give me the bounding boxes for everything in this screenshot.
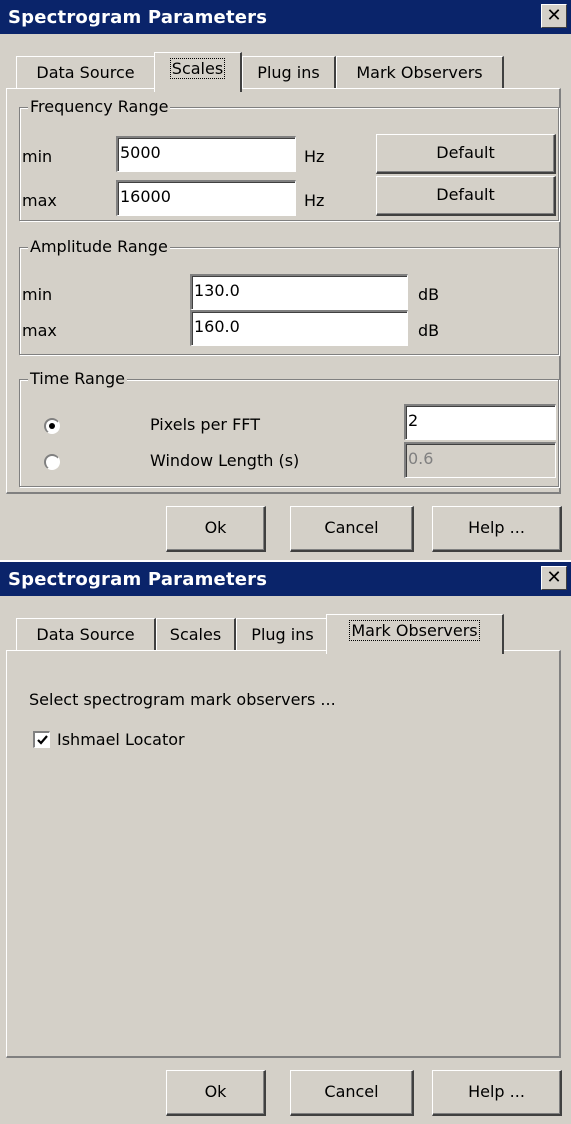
amplitude-min-label: min bbox=[22, 285, 53, 304]
tab-data-source[interactable]: Data Source bbox=[16, 56, 156, 90]
title-bar: Spectrogram Parameters ✕ bbox=[0, 0, 571, 34]
tab-mark-observers[interactable]: Mark Observers bbox=[326, 614, 504, 654]
cancel-button[interactable]: Cancel bbox=[290, 1070, 414, 1116]
amplitude-min-unit: dB bbox=[418, 285, 440, 304]
amplitude-min-field[interactable]: 130.0 bbox=[190, 274, 408, 310]
tab-label: Data Source bbox=[36, 63, 135, 82]
mark-observers-panel: Select spectrogram mark observers ... Is… bbox=[6, 650, 561, 1058]
checkmark-icon bbox=[37, 735, 48, 745]
tab-label: Mark Observers bbox=[356, 63, 483, 82]
frequency-max-field[interactable]: 16000 bbox=[116, 180, 296, 216]
dialog-title: Spectrogram Parameters bbox=[8, 569, 268, 590]
amplitude-max-label: max bbox=[22, 321, 57, 340]
tab-label: Scales bbox=[169, 625, 222, 644]
cancel-button[interactable]: Cancel bbox=[290, 506, 414, 552]
pixels-per-fft-field[interactable]: 2 bbox=[404, 404, 556, 440]
close-button[interactable]: ✕ bbox=[541, 4, 567, 28]
frequency-max-unit: Hz bbox=[304, 191, 325, 210]
window-length-field: 0.6 bbox=[404, 442, 556, 478]
tab-label: Plug ins bbox=[257, 63, 320, 82]
tab-scales[interactable]: Scales bbox=[154, 52, 242, 92]
frequency-max-label: max bbox=[22, 191, 57, 210]
amplitude-max-unit: dB bbox=[418, 321, 440, 340]
tab-plug-ins[interactable]: Plug ins bbox=[236, 618, 330, 652]
ok-button[interactable]: Ok bbox=[166, 506, 266, 552]
frequency-min-field[interactable]: 5000 bbox=[116, 136, 296, 172]
frequency-range-legend: Frequency Range bbox=[28, 96, 171, 118]
time-range-legend: Time Range bbox=[28, 368, 127, 390]
mark-observers-prompt: Select spectrogram mark observers ... bbox=[29, 690, 336, 709]
amplitude-max-field[interactable]: 160.0 bbox=[190, 310, 408, 346]
tab-label: Data Source bbox=[36, 625, 135, 644]
help-button[interactable]: Help ... bbox=[432, 506, 562, 552]
window-length-radio[interactable] bbox=[44, 454, 60, 470]
ok-button[interactable]: Ok bbox=[166, 1070, 266, 1116]
spectrogram-parameters-dialog-scales: Spectrogram Parameters ✕ Data Source Sca… bbox=[0, 0, 571, 560]
frequency-min-label: min bbox=[22, 147, 53, 166]
frequency-min-unit: Hz bbox=[304, 147, 325, 166]
window-length-label: Window Length (s) bbox=[150, 451, 300, 470]
tab-label: Mark Observers bbox=[349, 620, 480, 641]
frequency-range-group: Frequency Range min 5000 Hz Default max … bbox=[19, 96, 559, 221]
frequency-max-default-button[interactable]: Default bbox=[376, 176, 556, 216]
time-range-group: Time Range Pixels per FFT 2 Window Lengt… bbox=[19, 368, 559, 487]
pixels-per-fft-radio[interactable] bbox=[44, 418, 60, 434]
ishmael-locator-label: Ishmael Locator bbox=[57, 730, 185, 749]
tab-scales[interactable]: Scales bbox=[156, 618, 236, 652]
tab-label: Plug ins bbox=[251, 625, 314, 644]
help-button[interactable]: Help ... bbox=[432, 1070, 562, 1116]
tab-mark-observers[interactable]: Mark Observers bbox=[336, 56, 504, 90]
tab-label: Scales bbox=[169, 58, 226, 79]
tab-data-source[interactable]: Data Source bbox=[16, 618, 156, 652]
pixels-per-fft-label: Pixels per FFT bbox=[150, 415, 260, 434]
ishmael-locator-checkbox[interactable] bbox=[33, 731, 50, 748]
close-icon: ✕ bbox=[546, 5, 562, 26]
amplitude-range-legend: Amplitude Range bbox=[28, 236, 170, 258]
amplitude-range-group: Amplitude Range min 130.0 dB max 160.0 d… bbox=[19, 236, 559, 355]
title-bar: Spectrogram Parameters ✕ bbox=[0, 562, 571, 596]
dialog-title: Spectrogram Parameters bbox=[8, 7, 268, 28]
close-button[interactable]: ✕ bbox=[541, 566, 567, 590]
frequency-min-default-button[interactable]: Default bbox=[376, 134, 556, 174]
scales-panel: Frequency Range min 5000 Hz Default max … bbox=[6, 88, 561, 494]
tab-plug-ins[interactable]: Plug ins bbox=[242, 56, 336, 90]
close-icon: ✕ bbox=[546, 567, 562, 588]
spectrogram-parameters-dialog-mark-observers: Spectrogram Parameters ✕ Data Source Sca… bbox=[0, 562, 571, 1124]
